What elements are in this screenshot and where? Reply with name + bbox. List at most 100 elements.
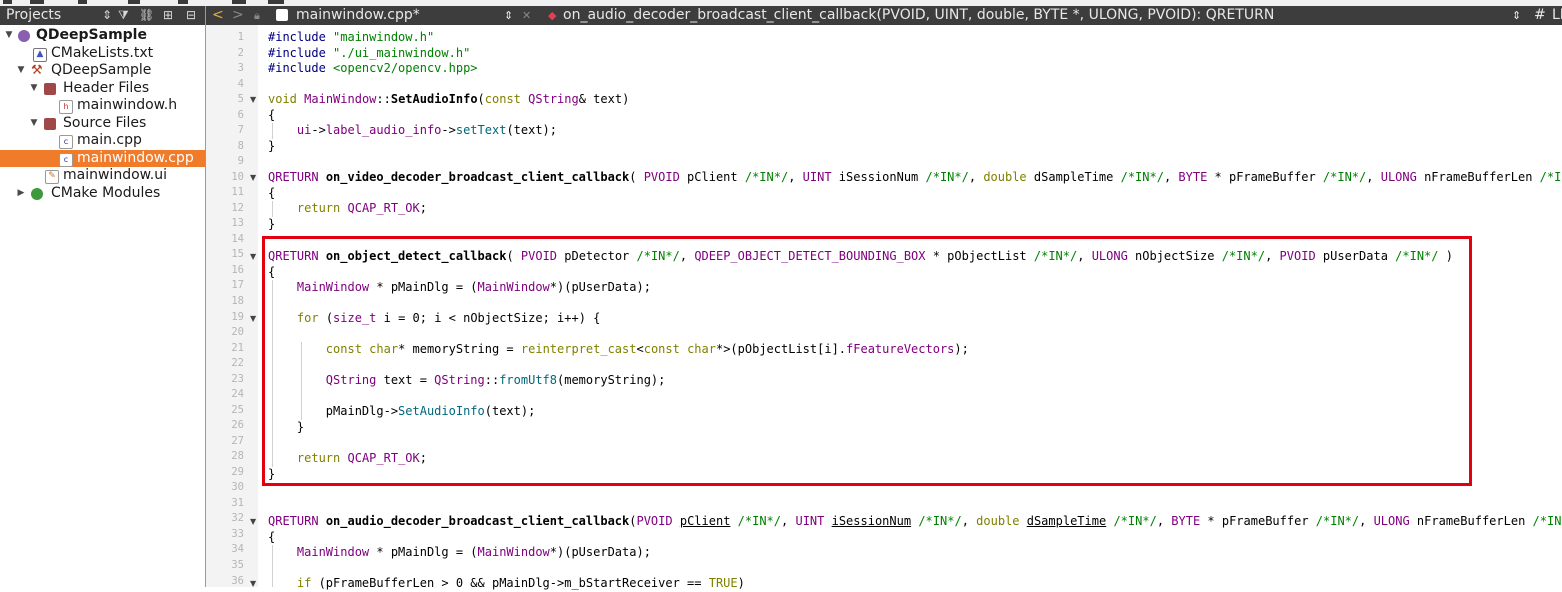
line-number: 3 bbox=[237, 62, 244, 75]
line-number: 16 bbox=[231, 263, 244, 276]
lock-icon: 🔒︎ bbox=[254, 9, 260, 22]
back-icon[interactable]: < bbox=[212, 6, 224, 25]
code-line-10: QRETURN on_video_decoder_broadcast_clien… bbox=[268, 170, 1562, 184]
select-arrows-icon[interactable]: ⇕ bbox=[504, 6, 513, 25]
tree-item-mainwindow-ui[interactable]: ✎ mainwindow.ui bbox=[0, 167, 205, 185]
hammer-icon: ⚒ bbox=[31, 63, 43, 78]
close-file-icon[interactable]: ✕ bbox=[522, 6, 531, 25]
fold-toggle-icon[interactable]: ▼ bbox=[250, 170, 256, 186]
fold-toggle-icon[interactable]: ▼ bbox=[250, 92, 256, 108]
tree-item-header-files[interactable]: ▼ Header Files bbox=[0, 80, 205, 98]
line-number: 35 bbox=[231, 559, 244, 572]
line-number: 24 bbox=[231, 388, 244, 401]
projects-panel-title[interactable]: Projects bbox=[6, 7, 61, 23]
line-number: 18 bbox=[231, 295, 244, 307]
line-number: 26 bbox=[231, 419, 244, 432]
tree-item-main-cpp[interactable]: c main.cpp bbox=[0, 132, 205, 150]
folder-icon bbox=[44, 82, 56, 95]
line-number: 33 bbox=[231, 527, 244, 540]
code-line-12: return QCAP_RT_OK; bbox=[296, 201, 427, 215]
line-number: 25 bbox=[231, 403, 244, 416]
line-number: 1 bbox=[237, 31, 244, 43]
file-tab[interactable]: mainwindow.cpp* bbox=[296, 6, 420, 25]
line-number: 22 bbox=[231, 357, 244, 370]
chevron-down-icon[interactable]: ▼ bbox=[29, 80, 39, 98]
filter-icon[interactable]: ⧩ bbox=[118, 6, 129, 25]
tree-item-cmakelists[interactable]: ▲ CMakeLists.txt bbox=[0, 45, 205, 63]
line-number: 31 bbox=[231, 496, 244, 509]
link-icon[interactable]: ⛓ bbox=[139, 6, 154, 25]
split-icon[interactable]: ⊞ bbox=[163, 6, 173, 25]
line-number: 21 bbox=[231, 341, 244, 354]
line-number: 34 bbox=[231, 543, 244, 556]
code-line-33: { bbox=[268, 529, 276, 544]
line-number: 2 bbox=[237, 46, 244, 59]
fold-toggle-icon[interactable]: ▼ bbox=[250, 514, 256, 530]
line-number: 23 bbox=[231, 372, 244, 385]
chevron-down-icon[interactable]: ▼ bbox=[16, 62, 26, 80]
fold-toggle-icon[interactable]: ▼ bbox=[250, 576, 256, 592]
tree-item-source-files[interactable]: ▼ Source Files bbox=[0, 115, 205, 133]
select-arrows-icon[interactable]: ⇕ bbox=[102, 6, 112, 25]
projects-panel-header: Projects ⇕ ⧩ ⛓ ⊞ ⊟ bbox=[0, 6, 205, 25]
code-line-11: { bbox=[268, 185, 276, 200]
project-icon bbox=[18, 30, 30, 42]
code-line-32: QRETURN on_audio_decoder_broadcast_clien… bbox=[268, 514, 1562, 528]
code-line-2: #include "./ui_mainwindow.h" bbox=[268, 45, 471, 60]
cpp-file-icon: c bbox=[59, 135, 73, 149]
file-icon bbox=[276, 9, 288, 21]
line-number: 13 bbox=[231, 217, 244, 230]
line-number: 28 bbox=[231, 450, 244, 463]
line-number: 10 bbox=[231, 170, 244, 183]
close-panel-icon[interactable]: ⊟ bbox=[186, 6, 196, 25]
highlight-box bbox=[262, 236, 1472, 486]
forward-icon[interactable]: > bbox=[232, 6, 244, 25]
code-line-6: { bbox=[268, 107, 276, 122]
tree-item-cmake-modules[interactable]: ▶ CMake Modules bbox=[0, 185, 205, 203]
cmake-modules-icon bbox=[31, 187, 43, 200]
code-line-3: #include <opencv2/opencv.hpp> bbox=[268, 61, 478, 75]
code-line-13: } bbox=[268, 216, 276, 231]
fold-toggle-icon[interactable]: ▼ bbox=[250, 249, 256, 265]
line-number: 32 bbox=[231, 512, 244, 525]
chevron-down-icon[interactable]: ▼ bbox=[4, 27, 14, 45]
code-line-36: if (pFrameBufferLen > 0 && pMainDlg->m_b… bbox=[296, 576, 745, 590]
project-tree: ▼ QDeepSample ▲ CMakeLists.txt ▼ ⚒ QDeep… bbox=[0, 25, 205, 587]
line-number: 8 bbox=[237, 139, 244, 152]
line-number: 29 bbox=[231, 465, 244, 478]
code-line-1: #include "mainwindow.h" bbox=[268, 30, 435, 44]
cpp-file-icon: c bbox=[59, 152, 73, 167]
code-line-5: void MainWindow::SetAudioInfo(const QStr… bbox=[268, 92, 630, 106]
chevron-right-icon[interactable]: ▶ bbox=[16, 185, 26, 203]
code-line-7: ui->label_audio_info->setText(text); bbox=[296, 123, 558, 137]
select-arrows-icon[interactable]: ⇕ bbox=[1512, 6, 1521, 25]
line-number: 11 bbox=[231, 186, 244, 199]
tree-item-qdeepsample-target[interactable]: ▼ ⚒ QDeepSample bbox=[0, 62, 205, 80]
line-number: 20 bbox=[231, 326, 244, 339]
editor-toolbar: < > 🔒︎ mainwindow.cpp* ⇕ ✕ ◆ on_audio_de… bbox=[206, 6, 1562, 25]
line-number: 17 bbox=[231, 279, 244, 292]
header-file-icon: h bbox=[59, 100, 73, 114]
line-number: 12 bbox=[231, 201, 244, 214]
hash-button[interactable]: # bbox=[1534, 6, 1546, 25]
line-number: 5 bbox=[237, 93, 244, 106]
tree-item-mainwindow-cpp[interactable]: c mainwindow.cpp bbox=[0, 149, 205, 167]
cmake-file-icon: ▲ bbox=[33, 47, 47, 62]
chevron-down-icon[interactable]: ▼ bbox=[29, 115, 39, 133]
line-number: 7 bbox=[237, 124, 244, 137]
code-line-34: MainWindow * pMainDlg = (MainWindow*)(pU… bbox=[296, 545, 651, 559]
line-number: 9 bbox=[237, 155, 244, 168]
line-number: 19 bbox=[231, 310, 244, 323]
line-number: 30 bbox=[231, 481, 244, 494]
function-icon: ◆ bbox=[548, 9, 557, 22]
line-number: 6 bbox=[237, 108, 244, 121]
line-number: 27 bbox=[231, 434, 244, 447]
function-selector[interactable]: on_audio_decoder_broadcast_client_callba… bbox=[563, 6, 1274, 25]
ui-file-icon: ✎ bbox=[45, 170, 59, 184]
fold-toggle-icon[interactable]: ▼ bbox=[250, 311, 256, 327]
tree-item-qdeepsample-project[interactable]: ▼ QDeepSample bbox=[0, 27, 205, 45]
line-number: 4 bbox=[237, 77, 244, 90]
code-line-8: } bbox=[268, 138, 276, 153]
line-ending-label[interactable]: LF bbox=[1552, 6, 1562, 25]
tree-item-mainwindow-h[interactable]: h mainwindow.h bbox=[0, 97, 205, 115]
